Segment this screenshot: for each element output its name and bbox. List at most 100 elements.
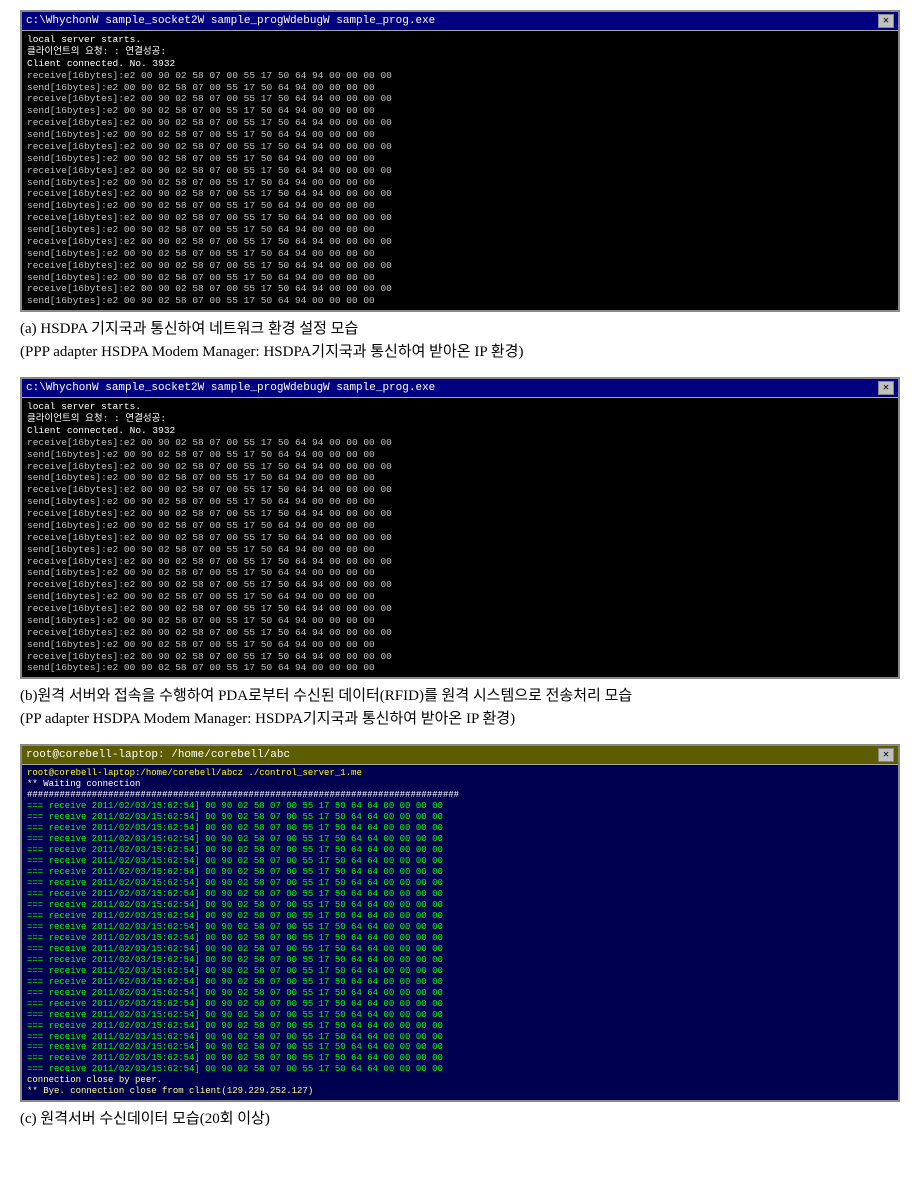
terminal-line: === receive 2011/02/03/15:62:54] 00 90 0… (27, 878, 893, 889)
terminal-close-a[interactable]: ✕ (878, 14, 894, 28)
terminal-line: send[16bytes]:e2 00 90 02 58 07 00 55 17… (27, 248, 893, 260)
terminal-line: receive[16bytes]:e2 00 90 02 58 07 00 55… (27, 188, 893, 200)
terminal-line: === receive 2011/02/03/15:62:54] 00 90 0… (27, 933, 893, 944)
terminal-line: local server starts. (27, 401, 893, 413)
terminal-line: send[16bytes]:e2 00 90 02 58 07 00 55 17… (27, 520, 893, 532)
terminal-line: send[16bytes]:e2 00 90 02 58 07 00 55 17… (27, 615, 893, 627)
terminal-line: === receive 2011/02/03/15:62:54] 00 90 0… (27, 1021, 893, 1032)
terminal-line: send[16bytes]:e2 00 90 02 58 07 00 55 17… (27, 82, 893, 94)
terminal-line: send[16bytes]:e2 00 90 02 58 07 00 55 17… (27, 153, 893, 165)
terminal-line: send[16bytes]:e2 00 90 02 58 07 00 55 17… (27, 544, 893, 556)
terminal-line: 클라이언트의 요청: : 연결성공: (27, 413, 893, 425)
terminal-line: === receive 2011/02/03/15:62:54] 00 90 0… (27, 988, 893, 999)
terminal-close-b[interactable]: ✕ (878, 381, 894, 395)
terminal-line: receive[16bytes]:e2 00 90 02 58 07 00 55… (27, 70, 893, 82)
caption-a-sub: (PPP adapter HSDPA Modem Manager: HSDPA기… (20, 344, 523, 360)
terminal-line: send[16bytes]:e2 00 90 02 58 07 00 55 17… (27, 177, 893, 189)
terminal-line: === receive 2011/02/03/15:62:54] 00 90 0… (27, 922, 893, 933)
terminal-line: receive[16bytes]:e2 00 90 02 58 07 00 55… (27, 283, 893, 295)
terminal-line: receive[16bytes]:e2 00 90 02 58 07 00 55… (27, 651, 893, 663)
terminal-line: send[16bytes]:e2 00 90 02 58 07 00 55 17… (27, 200, 893, 212)
caption-b-sub: (PP adapter HSDPA Modem Manager: HSDPA기지… (20, 711, 515, 727)
terminal-line: receive[16bytes]:e2 00 90 02 58 07 00 55… (27, 508, 893, 520)
caption-c: (c) 원격서버 수신데이터 모습(20회 이상) (20, 1108, 900, 1131)
terminal-line: === receive 2011/02/03/15:62:54] 00 90 0… (27, 1064, 893, 1075)
terminal-line: receive[16bytes]:e2 00 90 02 58 07 00 55… (27, 93, 893, 105)
terminal-window-a: c:\WhychonW sample_socket2W sample_progW… (20, 10, 900, 312)
terminal-line: send[16bytes]:e2 00 90 02 58 07 00 55 17… (27, 496, 893, 508)
terminal-line: receive[16bytes]:e2 00 90 02 58 07 00 55… (27, 484, 893, 496)
section-c: root@corebell-laptop: /home/corebell/abc… (20, 744, 900, 1131)
terminal-line: === receive 2011/02/03/15:62:54] 00 90 0… (27, 801, 893, 812)
terminal-title-c: root@corebell-laptop: /home/corebell/abc (26, 749, 290, 761)
terminal-line: receive[16bytes]:e2 00 90 02 58 07 00 55… (27, 603, 893, 615)
terminal-line: receive[16bytes]:e2 00 90 02 58 07 00 55… (27, 141, 893, 153)
terminal-window-c: root@corebell-laptop: /home/corebell/abc… (20, 744, 900, 1102)
terminal-line: send[16bytes]:e2 00 90 02 58 07 00 55 17… (27, 272, 893, 284)
terminal-line: local server starts. (27, 34, 893, 46)
terminal-line: === receive 2011/02/03/15:62:54] 00 90 0… (27, 900, 893, 911)
caption-b: (b)원격 서버와 접속을 수행하여 PDA로부터 수신된 데이터(RFID)를… (20, 685, 900, 730)
main-container: c:\WhychonW sample_socket2W sample_progW… (20, 10, 900, 1131)
section-a: c:\WhychonW sample_socket2W sample_progW… (20, 10, 900, 363)
caption-b-main: (b)원격 서버와 접속을 수행하여 PDA로부터 수신된 데이터(RFID)를… (20, 688, 632, 704)
terminal-line: 클라이언트의 요청: : 연결성공: (27, 46, 893, 58)
caption-c-main: (c) 원격서버 수신데이터 모습(20회 이상) (20, 1111, 270, 1127)
terminal-line: === receive 2011/02/03/15:62:54] 00 90 0… (27, 955, 893, 966)
terminal-line: === receive 2011/02/03/15:62:54] 00 90 0… (27, 966, 893, 977)
terminal-line: receive[16bytes]:e2 00 90 02 58 07 00 55… (27, 556, 893, 568)
terminal-line: === receive 2011/02/03/15:62:54] 00 90 0… (27, 845, 893, 856)
terminal-line: === receive 2011/02/03/15:62:54] 00 90 0… (27, 1010, 893, 1021)
terminal-line: send[16bytes]:e2 00 90 02 58 07 00 55 17… (27, 639, 893, 651)
terminal-line: connection close by peer. (27, 1075, 893, 1086)
terminal-line: send[16bytes]:e2 00 90 02 58 07 00 55 17… (27, 129, 893, 141)
terminal-line: send[16bytes]:e2 00 90 02 58 07 00 55 17… (27, 295, 893, 307)
terminal-line: receive[16bytes]:e2 00 90 02 58 07 00 55… (27, 437, 893, 449)
terminal-line: ########################################… (27, 790, 893, 801)
terminal-line: send[16bytes]:e2 00 90 02 58 07 00 55 17… (27, 224, 893, 236)
terminal-body-a: local server starts.클라이언트의 요청: : 연결성공:Cl… (22, 31, 898, 310)
terminal-line: receive[16bytes]:e2 00 90 02 58 07 00 55… (27, 627, 893, 639)
terminal-close-c[interactable]: ✕ (878, 748, 894, 762)
terminal-title-a: c:\WhychonW sample_socket2W sample_progW… (26, 15, 435, 27)
terminal-title-b: c:\WhychonW sample_socket2W sample_progW… (26, 382, 435, 394)
terminal-line: receive[16bytes]:e2 00 90 02 58 07 00 55… (27, 236, 893, 248)
terminal-line: receive[16bytes]:e2 00 90 02 58 07 00 55… (27, 461, 893, 473)
terminal-line: receive[16bytes]:e2 00 90 02 58 07 00 55… (27, 117, 893, 129)
terminal-line: send[16bytes]:e2 00 90 02 58 07 00 55 17… (27, 105, 893, 117)
terminal-line: === receive 2011/02/03/15:62:54] 00 90 0… (27, 823, 893, 834)
section-b: c:\WhychonW sample_socket2W sample_progW… (20, 377, 900, 730)
caption-a-main: (a) HSDPA 기지국과 통신하여 네트워크 환경 설정 모습 (20, 321, 358, 337)
terminal-body-c: root@corebell-laptop:/home/corebell/abcz… (22, 765, 898, 1100)
terminal-line: Client connected. No. 3932 (27, 425, 893, 437)
terminal-titlebar-a: c:\WhychonW sample_socket2W sample_progW… (22, 12, 898, 31)
terminal-line: ** Bye. connection close from client(129… (27, 1086, 893, 1097)
terminal-line: send[16bytes]:e2 00 90 02 58 07 00 55 17… (27, 567, 893, 579)
caption-a: (a) HSDPA 기지국과 통신하여 네트워크 환경 설정 모습 (PPP a… (20, 318, 900, 363)
terminal-line: receive[16bytes]:e2 00 90 02 58 07 00 55… (27, 260, 893, 272)
terminal-line: === receive 2011/02/03/15:62:54] 00 90 0… (27, 856, 893, 867)
terminal-line: === receive 2011/02/03/15:62:54] 00 90 0… (27, 867, 893, 878)
terminal-line: receive[16bytes]:e2 00 90 02 58 07 00 55… (27, 165, 893, 177)
terminal-titlebar-c: root@corebell-laptop: /home/corebell/abc… (22, 746, 898, 765)
terminal-line: receive[16bytes]:e2 00 90 02 58 07 00 55… (27, 579, 893, 591)
terminal-line: === receive 2011/02/03/15:62:54] 00 90 0… (27, 889, 893, 900)
terminal-line: Client connected. No. 3932 (27, 58, 893, 70)
terminal-line: === receive 2011/02/03/15:62:54] 00 90 0… (27, 834, 893, 845)
terminal-line: === receive 2011/02/03/15:62:54] 00 90 0… (27, 977, 893, 988)
terminal-line: === receive 2011/02/03/15:62:54] 00 90 0… (27, 944, 893, 955)
terminal-line: receive[16bytes]:e2 00 90 02 58 07 00 55… (27, 532, 893, 544)
terminal-window-b: c:\WhychonW sample_socket2W sample_progW… (20, 377, 900, 679)
terminal-line: === receive 2011/02/03/15:62:54] 00 90 0… (27, 1053, 893, 1064)
terminal-body-b: local server starts.클라이언트의 요청: : 연결성공:Cl… (22, 398, 898, 677)
terminal-line: send[16bytes]:e2 00 90 02 58 07 00 55 17… (27, 472, 893, 484)
terminal-line: ** Waiting connection (27, 779, 893, 790)
terminal-titlebar-b: c:\WhychonW sample_socket2W sample_progW… (22, 379, 898, 398)
terminal-line: === receive 2011/02/03/15:62:54] 00 90 0… (27, 911, 893, 922)
terminal-line: root@corebell-laptop:/home/corebell/abcz… (27, 768, 893, 779)
terminal-line: === receive 2011/02/03/15:62:54] 00 90 0… (27, 999, 893, 1010)
terminal-line: === receive 2011/02/03/15:62:54] 00 90 0… (27, 1042, 893, 1053)
terminal-line: receive[16bytes]:e2 00 90 02 58 07 00 55… (27, 212, 893, 224)
terminal-line: send[16bytes]:e2 00 90 02 58 07 00 55 17… (27, 591, 893, 603)
terminal-line: === receive 2011/02/03/15:62:54] 00 90 0… (27, 1032, 893, 1043)
